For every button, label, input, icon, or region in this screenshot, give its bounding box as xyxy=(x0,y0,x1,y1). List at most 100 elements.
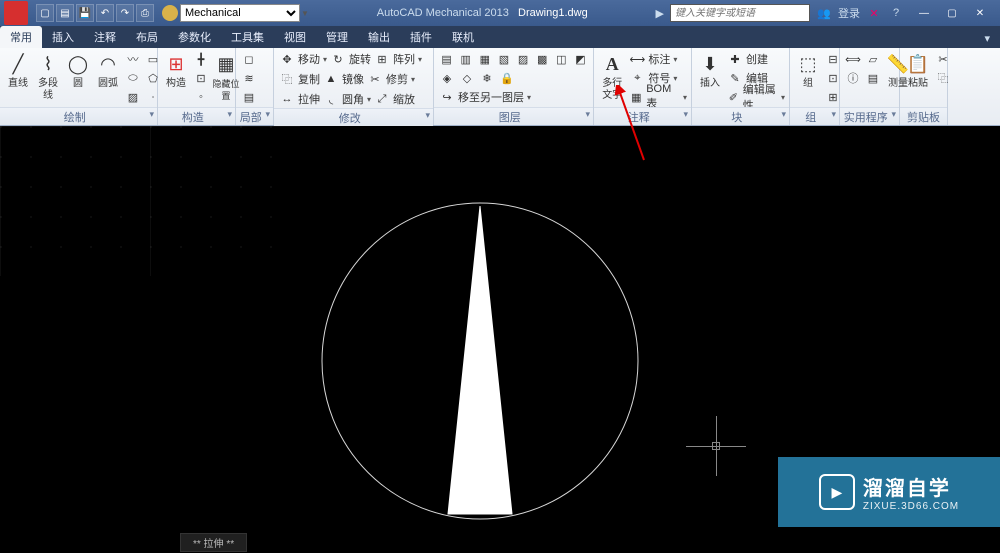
chevron-down-icon[interactable]: ▼ xyxy=(301,9,309,18)
id-icon[interactable]: ⓘ xyxy=(844,69,862,87)
expand-icon[interactable]: ▾ xyxy=(585,109,590,120)
layer-b-icon[interactable]: ▦ xyxy=(476,50,493,68)
trim-icon[interactable]: ✂ xyxy=(366,70,384,88)
copy-icon[interactable]: ⿻ xyxy=(278,70,296,88)
qat-open-icon[interactable]: ▤ xyxy=(56,4,74,22)
expand-icon[interactable]: ▾ xyxy=(265,109,270,120)
layer-move-icon[interactable]: ↪ xyxy=(438,88,456,106)
expand-icon[interactable]: ▾ xyxy=(831,109,836,120)
bom-icon[interactable]: ▦ xyxy=(628,88,644,106)
scale-icon[interactable]: ⤢ xyxy=(373,90,391,108)
circle-button[interactable]: ◯圆 xyxy=(64,50,92,90)
construct-icon: ⊞ xyxy=(162,50,190,78)
construct-button[interactable]: ⊞构造 xyxy=(162,50,190,90)
panel-layer: ▤ ▥ ▦ ▧ ▨ ▩ ◫ ◩ ◈ ◇ ❄ 🔒 ↪ 移至另一图层▾ 图层▾ xyxy=(434,48,594,125)
create-icon[interactable]: ✚ xyxy=(726,50,744,68)
ribbon-tabs: 常用 插入 注释 布局 参数化 工具集 视图 管理 输出 插件 联机 ▾ xyxy=(0,26,1000,48)
layer-e-icon[interactable]: ▩ xyxy=(534,50,551,68)
app-menu-icon[interactable] xyxy=(4,1,28,25)
ellipse-icon[interactable]: ⬭ xyxy=(124,69,142,87)
fillet-icon[interactable]: ◟ xyxy=(322,90,340,108)
spline-icon[interactable]: 〰 xyxy=(124,50,142,68)
qat-redo-icon[interactable]: ↷ xyxy=(116,4,134,22)
trace-icon[interactable]: ⊡ xyxy=(192,69,210,87)
detail-icon[interactable]: ◻ xyxy=(240,50,258,68)
tab-output[interactable]: 输出 xyxy=(358,26,400,48)
paste-button[interactable]: 📋粘贴 xyxy=(904,50,932,90)
expand-icon[interactable]: ▾ xyxy=(227,109,232,120)
layer-c-icon[interactable]: ▧ xyxy=(495,50,512,68)
hatch-icon[interactable]: ▨ xyxy=(124,88,142,106)
movetolayer-label: 移至另一图层 xyxy=(458,89,524,105)
tab-plugins[interactable]: 插件 xyxy=(400,26,442,48)
layer-g-icon[interactable]: ◩ xyxy=(572,50,589,68)
insert-button[interactable]: ⬇插入 xyxy=(696,50,724,90)
tab-online[interactable]: 联机 xyxy=(442,26,484,48)
tab-toolset[interactable]: 工具集 xyxy=(221,26,274,48)
layer-a-icon[interactable]: ▥ xyxy=(457,50,474,68)
login-link[interactable]: 登录 xyxy=(838,5,860,21)
dist-icon[interactable]: ⟺ xyxy=(844,50,862,68)
workspace-dropdown[interactable]: Mechanical xyxy=(180,4,300,22)
tab-manage[interactable]: 管理 xyxy=(316,26,358,48)
layer-lock-icon[interactable]: 🔒 xyxy=(498,69,516,87)
layer-d-icon[interactable]: ▨ xyxy=(515,50,532,68)
tab-view[interactable]: 视图 xyxy=(274,26,316,48)
stretch-icon[interactable]: ↔ xyxy=(278,90,296,108)
arc-button[interactable]: ◠圆弧 xyxy=(94,50,122,90)
section-icon[interactable]: ▤ xyxy=(240,88,258,106)
break-icon[interactable]: ≋ xyxy=(240,69,258,87)
symbol-icon[interactable]: ⌖ xyxy=(628,69,646,87)
move-icon[interactable]: ✥ xyxy=(278,50,296,68)
area-icon[interactable]: ▱ xyxy=(864,50,882,68)
tab-insert[interactable]: 插入 xyxy=(42,26,84,48)
edit-icon[interactable]: ✎ xyxy=(726,69,744,87)
tab-home[interactable]: 常用 xyxy=(0,26,42,48)
tab-collapse-icon[interactable]: ▾ xyxy=(974,29,1000,48)
mtext-button[interactable]: A多行文字 xyxy=(598,50,626,102)
qat-new-icon[interactable]: ▢ xyxy=(36,4,54,22)
layer-frz-icon[interactable]: ❄ xyxy=(478,69,496,87)
close-button[interactable]: ✕ xyxy=(966,4,994,22)
array-icon[interactable]: ⊞ xyxy=(373,50,391,68)
tab-annotate[interactable]: 注释 xyxy=(84,26,126,48)
layer-iso-icon[interactable]: ◈ xyxy=(438,69,456,87)
drawing-canvas[interactable]: ** 拉伸 ** ▶ 溜溜自学 ZIXUE.3D66.COM xyxy=(0,126,1000,553)
polyline-button[interactable]: ⌇多段线 xyxy=(34,50,62,102)
qat-plot-icon[interactable]: ⎙ xyxy=(136,4,154,22)
dim-icon[interactable]: ⟷ xyxy=(628,50,646,68)
tab-parametric[interactable]: 参数化 xyxy=(168,26,221,48)
help-icon[interactable]: ? xyxy=(888,5,904,21)
search-input[interactable] xyxy=(670,4,810,22)
centerline-icon[interactable]: ╋ xyxy=(192,50,210,68)
calc-icon[interactable]: ▤ xyxy=(864,69,882,87)
maximize-button[interactable]: ▢ xyxy=(938,4,966,22)
line-button[interactable]: ╱直线 xyxy=(4,50,32,90)
arc-icon: ◠ xyxy=(94,50,122,78)
minimize-button[interactable]: — xyxy=(910,4,938,22)
rotate-icon[interactable]: ↻ xyxy=(329,50,347,68)
expand-icon[interactable]: ▾ xyxy=(425,110,430,121)
expand-icon[interactable]: ▾ xyxy=(781,109,786,120)
copy-clip-icon[interactable]: ⿻ xyxy=(934,69,952,87)
tab-layout[interactable]: 布局 xyxy=(126,26,168,48)
misc-icon[interactable]: ◦ xyxy=(192,88,210,106)
info-center-arrow-icon[interactable]: ▶ xyxy=(656,7,664,20)
group-button[interactable]: ⬚组 xyxy=(794,50,822,90)
expand-icon[interactable]: ▾ xyxy=(683,109,688,120)
workspace-selector[interactable]: Mechanical ▼ xyxy=(162,4,309,22)
tab-label: 视图 xyxy=(284,32,306,44)
expand-icon[interactable]: ▾ xyxy=(149,109,154,120)
panel-block: ⬇插入 ✚创建 ✎编辑 ✐编辑属性▾ 块▾ xyxy=(692,48,790,125)
mirror-icon[interactable]: ▲ xyxy=(322,70,340,88)
layer-off-icon[interactable]: ◇ xyxy=(458,69,476,87)
layer-f-icon[interactable]: ◫ xyxy=(553,50,570,68)
exchange-icon[interactable]: ✕ xyxy=(866,5,882,21)
qat-save-icon[interactable]: 💾 xyxy=(76,4,94,22)
layer-props-icon[interactable]: ▤ xyxy=(438,50,455,68)
user-icon[interactable]: 👥 xyxy=(816,5,832,21)
editattr-icon[interactable]: ✐ xyxy=(726,88,741,106)
expand-icon[interactable]: ▾ xyxy=(891,109,896,120)
qat-undo-icon[interactable]: ↶ xyxy=(96,4,114,22)
cut-icon[interactable]: ✂ xyxy=(934,50,952,68)
